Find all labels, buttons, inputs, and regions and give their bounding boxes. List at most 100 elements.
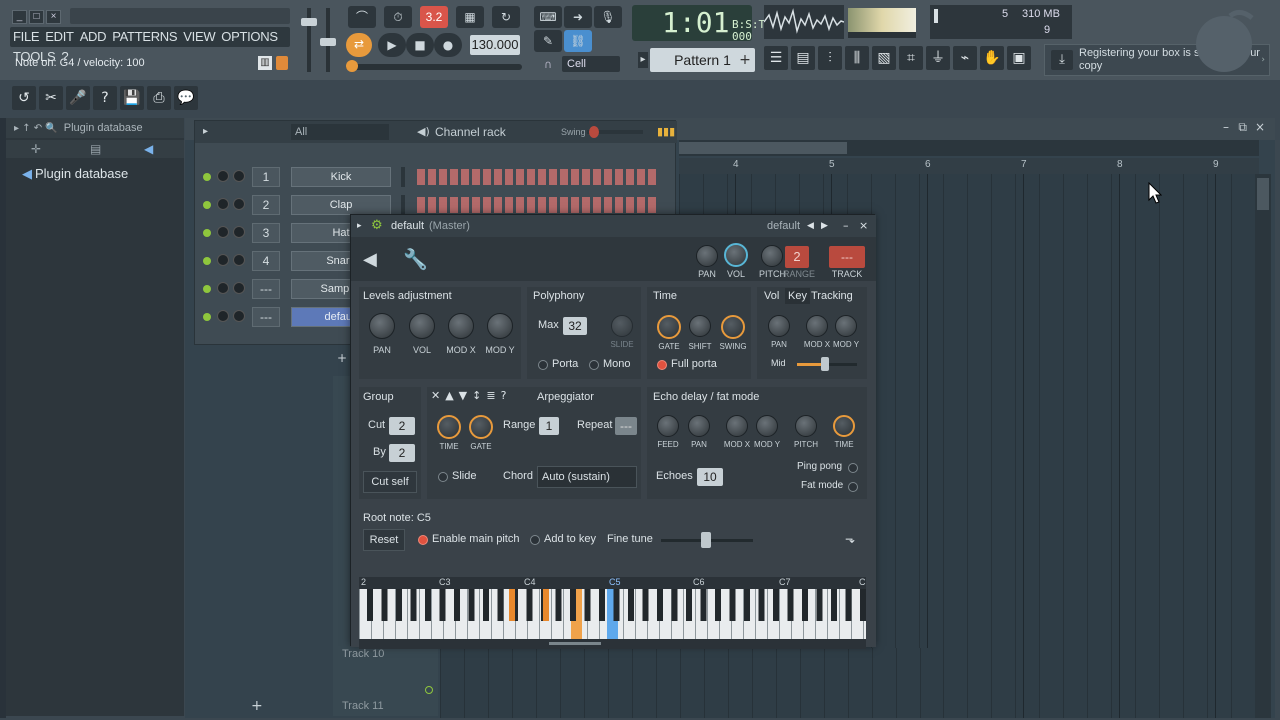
step-sequencer[interactable] [417,169,657,185]
track-grid-lower[interactable] [440,648,940,718]
arp-repeat-spinner[interactable]: --- [615,417,637,435]
mid-slider-handle[interactable] [821,357,829,371]
refresh-icon[interactable]: ↺ [12,86,36,110]
settings-close-icon[interactable]: × [859,215,868,237]
keyboard-range-editor[interactable]: 2 C3 C4 C5 C6 C7 C [359,577,866,649]
menu-edit[interactable]: EDIT [42,27,76,47]
playlist-vscroll[interactable] [1255,174,1271,718]
channel-filter[interactable]: All [291,124,389,140]
cut-self-button[interactable]: Cut self [363,471,417,493]
render-icon[interactable]: ⎙ [147,86,171,110]
help-icon[interactable]: ? [93,86,117,110]
tempo-badge[interactable]: 3.2 [420,6,448,28]
highlighted-black-key[interactable] [509,589,515,621]
browser-item-plugin-database[interactable]: ◀ Plugin database [22,166,128,182]
metronome-icon[interactable]: ⌒ [348,6,376,28]
full-porta-radio[interactable] [657,360,667,370]
typing-keyboard-icon[interactable] [276,56,288,70]
preset-prev-icon[interactable]: ◀ [807,215,814,237]
stop-button[interactable]: ■ [406,33,434,57]
master-pitch-handle[interactable] [320,38,336,46]
touch-keyboard-icon[interactable]: ▣ [1007,46,1031,70]
browser-folder-icon[interactable]: ▤ [90,142,101,156]
misc-functions-tab-icon[interactable]: 🔧 [403,247,428,271]
channel-pan-knob[interactable] [217,282,229,294]
playlist-restore-icon[interactable]: ⧉ [1238,120,1247,135]
piano-icon[interactable]: ▥ [258,56,272,70]
echo-modx-knob[interactable] [726,415,748,437]
song-position-handle[interactable] [346,60,358,72]
keyboard-scroll-thumb[interactable] [549,642,601,645]
settings-minimize-icon[interactable]: – [843,215,849,237]
microphone-icon[interactable]: 🎤 [66,86,90,110]
song-time-display[interactable]: 1:01 B:S:T 000 [632,5,765,43]
level-mody-knob[interactable] [487,313,513,339]
arp-chord-select[interactable]: Auto (sustain) [537,466,637,488]
add-channel-icon[interactable]: + [337,351,347,365]
tempo-display[interactable]: 130.000 [470,35,520,55]
play-button[interactable]: ▶ [378,33,406,57]
channel-name-button[interactable]: Kick [291,167,391,187]
fine-tune-handle[interactable] [701,532,711,548]
menu-add[interactable]: ADD [77,27,110,47]
mixer-track-number[interactable]: 3 [252,223,280,243]
preset-name[interactable]: default [767,215,800,237]
level-pan-knob[interactable] [369,313,395,339]
arp-range-spinner[interactable]: 1 [539,417,559,435]
preset-next-icon[interactable]: ▶ [821,215,828,237]
arp-gate-knob[interactable] [469,415,493,439]
add-track-icon[interactable]: + [251,698,263,714]
channel-mute-led[interactable] [203,201,211,209]
arp-direction-icons[interactable]: ✕▲▼↕≣? [431,389,511,402]
pattern-song-toggle[interactable]: ⇄ [346,33,372,57]
porta-radio[interactable] [538,360,548,370]
record-button[interactable]: ● [434,33,462,57]
playlist-hscroll[interactable] [679,140,1259,156]
highlighted-black-key[interactable] [543,589,549,621]
ping-pong-radio[interactable] [848,463,858,473]
pattern-prev-icon[interactable]: ▸ [638,52,648,68]
level-volume-knob[interactable] [409,313,435,339]
wait-input-icon[interactable]: ⏱ [384,6,412,28]
channel-select-indicator[interactable] [401,195,405,215]
chat-icon[interactable]: 💬 [174,86,198,110]
master-volume-handle[interactable] [301,18,317,26]
browser-speaker-icon[interactable]: ◀ [144,142,153,156]
channel-select-indicator[interactable] [401,167,405,187]
rack-menu-icon[interactable]: ▸ [203,121,208,143]
pencil-icon[interactable]: ✎ [534,30,562,52]
echo-mody-knob[interactable] [756,415,778,437]
step-sequencer[interactable] [417,197,657,213]
hand-icon[interactable]: ✋ [980,46,1004,70]
tracking-tab-vol[interactable]: Vol [764,290,779,302]
track-label[interactable]: Track 10 [342,648,384,660]
tracking-tab-key[interactable]: Key [785,288,810,304]
step-edit-icon[interactable]: ➜ [564,6,592,28]
menu-patterns[interactable]: PATTERNS [109,27,180,47]
browser-collapse-icon[interactable]: ✛ [31,142,41,156]
arp-slide-radio[interactable] [438,472,448,482]
loop-record-icon[interactable]: ↻ [492,6,520,28]
mixer-track-number[interactable]: 1 [252,167,280,187]
cut-by-spinner[interactable]: 2 [389,444,415,462]
tracking-pan-knob[interactable] [768,315,790,337]
channel-pan-knob[interactable] [217,170,229,182]
playlist-minimize-icon[interactable]: – [1223,120,1229,134]
swing-knob[interactable] [721,315,745,339]
fat-mode-radio[interactable] [848,482,858,492]
playlist-icon[interactable]: ☰ [764,46,788,70]
playlist-close-icon[interactable]: × [1255,120,1265,134]
track-mute-led[interactable] [425,686,433,694]
browser-nav-icon[interactable]: ▸ ↑ ↶ 🔍 [14,123,58,134]
enable-main-pitch-radio[interactable] [418,535,428,545]
tools-icon[interactable]: ✂ [39,86,63,110]
song-position-slider[interactable] [346,64,522,70]
level-modx-knob[interactable] [448,313,474,339]
pitch-range-value[interactable]: 2 [785,246,809,268]
mixer-track-number[interactable]: 2 [252,195,280,215]
echo-time-knob[interactable] [833,415,855,437]
mixer-track-number[interactable]: --- [252,279,280,299]
settings-menu-icon[interactable]: ▸ [357,215,362,237]
graph-editor-icon[interactable]: ▮▮▮ [657,121,675,143]
blend-notes-icon[interactable]: ▦ [456,6,484,28]
